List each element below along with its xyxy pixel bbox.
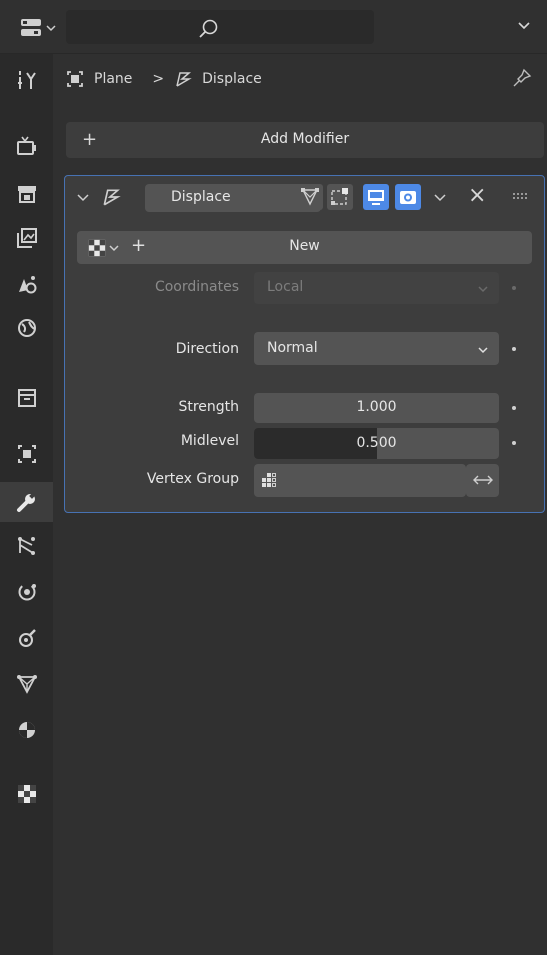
properties-header-bar [0, 0, 547, 53]
tool-icon [17, 71, 36, 89]
physics-icon [18, 583, 36, 601]
tab-particles[interactable] [0, 526, 53, 566]
search-icon [199, 19, 218, 38]
displace-modifier-icon [176, 72, 192, 87]
realtime-toggle[interactable] [363, 184, 389, 210]
midlevel-slider[interactable]: 0.500 [254, 428, 499, 459]
dropdown-chevron-icon[interactable] [434, 192, 446, 202]
world-icon [17, 319, 36, 337]
close-icon[interactable]: × [468, 183, 486, 208]
texture-new-button[interactable]: + New [77, 231, 532, 264]
render-toggle[interactable] [395, 184, 421, 210]
collection-icon [17, 389, 36, 407]
coordinates-dropdown[interactable]: Local [254, 272, 499, 304]
displace-modifier-panel: Displace × + New Coordinates Local Direc [64, 175, 545, 513]
tab-material[interactable] [0, 710, 53, 750]
texture-checker-icon [17, 785, 36, 803]
render-camera-icon [16, 136, 36, 155]
pin-icon[interactable] [512, 68, 532, 88]
keyframe-dot[interactable] [512, 347, 516, 351]
drag-handle-icon[interactable] [513, 193, 529, 199]
new-texture-label: New [289, 238, 320, 254]
wrench-icon [16, 492, 36, 512]
tab-modifiers[interactable] [0, 482, 53, 522]
modifier-name-value: Displace [171, 189, 231, 205]
on-cage-toggle[interactable] [327, 184, 353, 210]
tab-physics[interactable] [0, 572, 53, 612]
tab-constraints[interactable] [0, 618, 53, 658]
camera-icon [400, 191, 416, 204]
breadcrumb-separator: > [152, 71, 165, 87]
search-input[interactable] [66, 10, 374, 44]
direction-dropdown[interactable]: Normal [254, 332, 499, 365]
object-icon [17, 445, 36, 463]
view-layer-icon [16, 228, 37, 248]
collapse-chevron-icon[interactable] [77, 192, 89, 202]
strength-label: Strength [178, 399, 239, 415]
midlevel-label: Midlevel [180, 433, 239, 449]
mesh-data-icon [16, 675, 37, 694]
double-arrow-icon [473, 475, 493, 485]
chevron-down-icon [478, 347, 488, 354]
midlevel-value: 0.500 [356, 435, 397, 451]
coordinates-value: Local [267, 279, 304, 295]
material-icon [18, 722, 35, 738]
direction-value: Normal [267, 340, 318, 356]
properties-tabs-sidebar [0, 54, 53, 955]
chevron-down-icon [478, 286, 488, 293]
properties-editor-icon [21, 19, 41, 36]
edit-mode-toggle[interactable] [297, 184, 323, 210]
chevron-down-icon [46, 25, 56, 32]
divider [0, 53, 547, 54]
tab-output[interactable] [0, 174, 53, 214]
tab-texture[interactable] [0, 774, 53, 814]
vertex-group-icon [262, 473, 276, 487]
direction-label: Direction [175, 341, 239, 357]
keyframe-dot[interactable] [512, 441, 516, 445]
invert-vertex-group-toggle[interactable] [466, 464, 499, 497]
tab-tool[interactable] [0, 60, 53, 100]
modifier-name-input[interactable]: Displace [145, 184, 321, 212]
scene-icon [18, 276, 36, 294]
on-cage-icon [331, 188, 348, 205]
options-chevron-icon[interactable] [518, 20, 530, 30]
keyframe-dot[interactable] [512, 406, 516, 410]
particles-icon [17, 537, 35, 555]
coordinates-label: Coordinates [154, 279, 239, 295]
modifier-header: Displace × [65, 176, 544, 218]
breadcrumb-object-name: Plane [94, 71, 133, 87]
tab-render[interactable] [0, 126, 53, 166]
breadcrumb-modifier-name: Displace [202, 71, 262, 87]
breadcrumb: Plane > Displace [66, 64, 262, 94]
tab-data[interactable] [0, 664, 53, 704]
vertex-group-field[interactable] [254, 464, 466, 497]
strength-value: 1.000 [356, 399, 397, 415]
output-printer-icon [17, 186, 36, 203]
edit-mode-icon [301, 188, 319, 206]
tab-view-layer[interactable] [0, 218, 53, 258]
monitor-icon [368, 190, 384, 205]
constraints-icon [18, 629, 36, 647]
add-modifier-label: Add Modifier [260, 131, 350, 147]
displace-modifier-icon [103, 189, 121, 206]
add-modifier-button[interactable]: + Add Modifier [66, 122, 544, 158]
keyframe-dot[interactable] [512, 286, 516, 290]
strength-field[interactable]: 1.000 [254, 393, 499, 423]
object-icon [67, 71, 83, 87]
vertex-group-label: Vertex Group [146, 471, 239, 487]
